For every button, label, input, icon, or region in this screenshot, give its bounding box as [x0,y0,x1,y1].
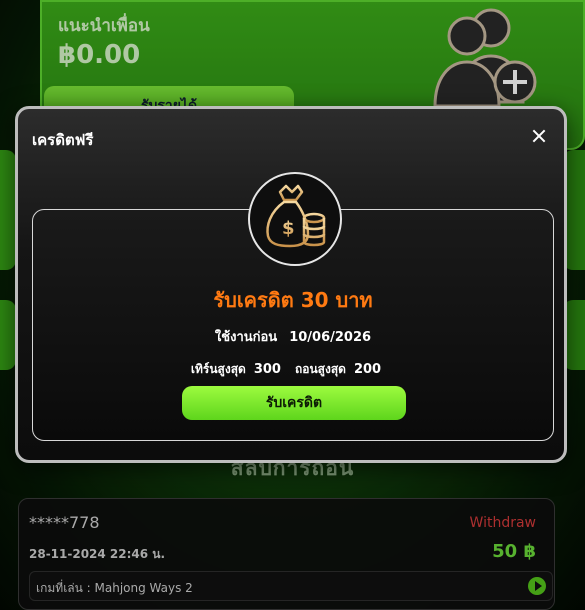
limits-row: เทิร์นสูงสุด 300 ถอนสูงสุด 200 [33,360,553,379]
money-bag-icon: $ [266,184,326,248]
max-turn-label: เทิร์นสูงสุด [190,362,246,376]
close-icon[interactable] [528,125,550,147]
modal-title: เครดิตฟรี [32,131,94,149]
use-before-date: 10/06/2026 [289,330,372,345]
money-bag-badge: $ [248,172,342,266]
use-before-row: ใช้งานก่อน 10/06/2026 [33,326,553,347]
use-before-label: ใช้งานก่อน [214,330,278,345]
svg-text:$: $ [282,218,295,239]
max-turn-value: 300 [253,362,281,377]
offer-title: รับเครดิต 30 บาท [213,288,373,312]
free-credit-modal: เครดิตฟรี รับเครดิต 30 บาท ใช้งานก่อน 10/… [15,106,567,463]
claim-credit-button[interactable]: รับเครดิต [182,386,406,420]
max-withdraw-label: ถอนสูงสุด [294,362,346,376]
max-withdraw-value: 200 [353,362,382,377]
